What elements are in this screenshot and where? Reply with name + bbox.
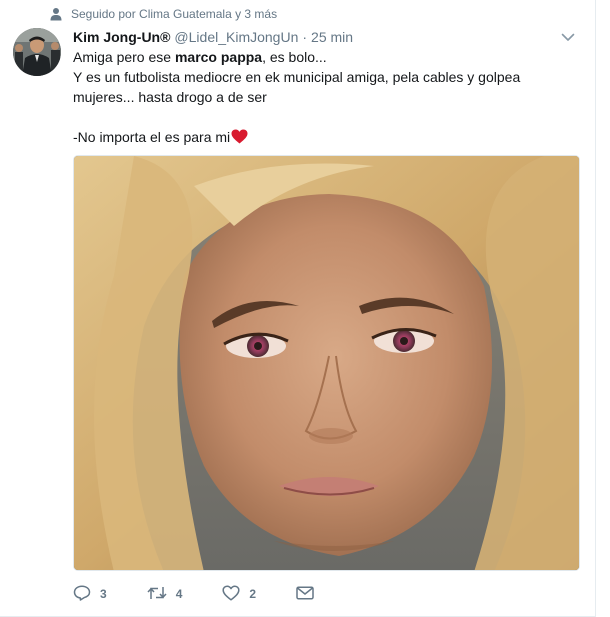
user-handle[interactable]: @Lidel_KimJongUn [174,29,298,45]
social-context-text: Seguido por Clima Guatemala y 3 más [71,7,278,21]
person-icon [50,7,62,21]
reply-count: 3 [100,587,107,601]
tweet-text: Amiga pero ese marco pappa, es bolo... Y… [73,47,573,149]
tweet-text-line-2: Y es un futbolista mediocre en ek munici… [73,69,521,105]
tweet-text-line-3: -No importa el es para mi [73,127,573,149]
retweet-button[interactable]: 4 [147,585,183,604]
text-bold-segment: marco pappa [174,49,263,65]
timestamp[interactable]: 25 min [311,29,353,45]
tweet-actions: 3 4 2 [73,584,314,604]
tweet-text-line-1: Amiga pero ese marco pappa, es bolo... [73,47,573,67]
chevron-down-icon[interactable] [561,30,575,44]
display-name[interactable]: Kim Jong-Un® [73,29,170,45]
reply-button[interactable]: 3 [73,584,107,604]
separator-dot: · [302,29,308,45]
tweet-header: Kim Jong-Un® @Lidel_KimJongUn · 25 min [73,27,577,47]
retweet-icon [147,585,167,604]
like-button[interactable]: 2 [222,584,257,604]
text-segment: Amiga pero ese [73,49,175,65]
retweet-count: 4 [175,587,183,601]
red-heart-icon [231,129,248,149]
text-segment: , es bolo... [262,49,327,65]
tweet-media-image[interactable] [73,155,580,571]
heart-outline-icon [222,584,240,604]
like-count: 2 [249,587,257,601]
direct-message-button[interactable] [296,585,314,603]
reply-icon [73,584,91,604]
social-context: Seguido por Clima Guatemala y 3 más [50,6,277,22]
text-segment: -No importa el es para mi [73,129,231,145]
avatar[interactable] [13,28,61,76]
envelope-icon [296,585,314,603]
tweet-card[interactable]: Seguido por Clima Guatemala y 3 más Kim … [0,0,596,617]
